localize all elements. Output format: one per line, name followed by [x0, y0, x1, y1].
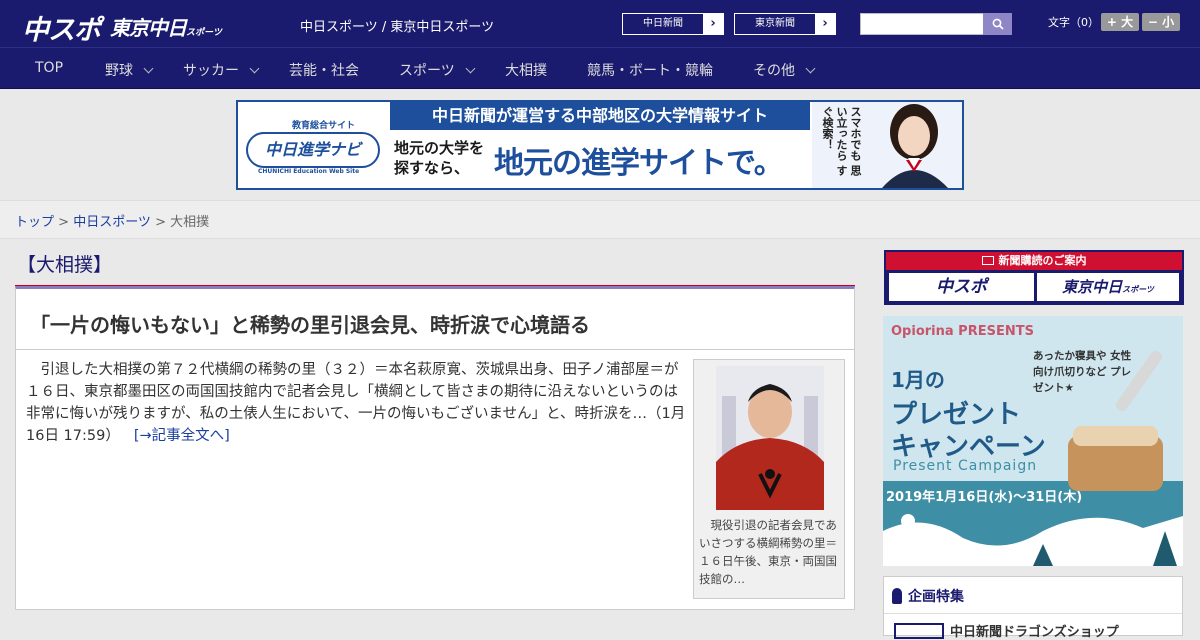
banner-logo-area: 教育総合サイト 中日進学ナビ CHUNICHI Education Web Si…: [238, 102, 388, 188]
nav-label: サッカー: [183, 63, 239, 79]
font-smaller-button[interactable]: − 小: [1142, 13, 1180, 31]
breadcrumb-home[interactable]: トップ: [15, 215, 54, 230]
chevron-down-icon: [143, 63, 154, 74]
ext-link-label: 東京新聞: [755, 18, 795, 29]
divider: [16, 349, 854, 350]
chevron-down-icon: [805, 63, 816, 74]
nav-item-other[interactable]: その他: [753, 60, 816, 80]
breadcrumb-section[interactable]: 中日スポーツ: [73, 215, 151, 230]
feature-box: 企画特集 中日新聞ドラゴンズショップ: [883, 576, 1183, 640]
site-title: 中日スポーツ / 東京中日スポーツ: [300, 20, 495, 35]
breadcrumb: トップ > 中日スポーツ > 大相撲: [15, 211, 209, 230]
breadcrumb-current: 大相撲: [170, 215, 210, 230]
subscription-header: 新聞購読のご案内: [886, 252, 1182, 270]
chevron-down-icon: [249, 63, 260, 74]
feature-thumbnail[interactable]: [894, 623, 944, 639]
breadcrumb-separator: >: [155, 215, 171, 230]
divider: [884, 613, 1182, 614]
chevron-down-icon: [465, 63, 476, 74]
chevron-right-icon: ›: [815, 14, 835, 34]
banner-small-copy: 地元の大学を 探すなら、: [394, 139, 485, 177]
subscribe-logo-text: 東京中日: [1062, 278, 1123, 296]
breadcrumb-bar: トップ > 中日スポーツ > 大相撲: [0, 200, 1200, 239]
nav-label: 大相撲: [505, 63, 547, 79]
banner-side-copy: スマホでも 思い立ったら すぐ検索！: [821, 106, 862, 176]
nav-item-sumo[interactable]: 大相撲: [505, 60, 547, 80]
ad-sub: Present Campaign: [893, 458, 1038, 474]
search-icon: [992, 18, 1004, 30]
article-title[interactable]: 「一片の悔いもない」と稀勢の里引退会見、時折涙で心境語る: [30, 309, 590, 338]
banner-logo: 中日進学ナビ: [246, 132, 380, 168]
wrestler-photo-image: [716, 366, 824, 510]
ad-brand: Opiorina PRESENTS: [891, 324, 1034, 339]
photo-caption: 現役引退の記者会見であいさつする横綱稀勢の里＝１６日午後、東京・両国国技館の…: [699, 518, 837, 586]
tokyo-logo-text: 東京中日: [110, 16, 187, 40]
nav-item-sports[interactable]: スポーツ: [399, 60, 476, 80]
section-title: 【大相撲】: [17, 254, 113, 276]
subscribe-chuspo-link[interactable]: 中スポ: [889, 273, 1034, 301]
chevron-right-icon: ›: [703, 14, 723, 34]
feature-title: 企画特集: [908, 589, 964, 605]
banner-logo-sub: CHUNICHI Education Web Site: [258, 168, 360, 175]
shingaku-navi-banner[interactable]: 教育総合サイト 中日進学ナビ CHUNICHI Education Web Si…: [236, 100, 964, 190]
nav-item-racing[interactable]: 競馬・ボート・競輪: [587, 60, 713, 80]
subscription-title: 新聞購読のご案内: [998, 254, 1087, 267]
feature-header: 企画特集: [892, 586, 964, 606]
nav-item-top[interactable]: TOP: [35, 60, 63, 76]
subscribe-logo-sub: スポーツ: [1122, 285, 1154, 294]
nav-item-entertainment[interactable]: 芸能・社会: [289, 60, 359, 80]
read-more-link[interactable]: [→記事全文へ]: [134, 428, 230, 444]
banner-main-copy: 地元の大学を 探すなら、 地元の進学サイトで。: [390, 130, 810, 188]
tokyo-chunichi-logo[interactable]: 東京中日スポーツ: [110, 12, 222, 41]
article-summary: 引退した大相撲の第７２代横綱の稀勢の里（３２）＝本名萩原寛、茨城県出身、田子ノ浦…: [26, 359, 686, 447]
banner-big-copy: 地元の進学サイトで。: [494, 146, 784, 181]
chuspo-logo[interactable]: 中スポ: [22, 8, 101, 47]
nav-item-baseball[interactable]: 野球: [105, 60, 154, 80]
main-nav: TOP 野球 サッカー 芸能・社会 スポーツ 大相撲 競馬・ボート・競輪 その他: [0, 48, 1200, 89]
ad-tagline: あったか寝具や 女性向け爪切りなど プレゼント★: [1033, 350, 1132, 394]
nav-label: 野球: [105, 63, 133, 79]
nav-item-soccer[interactable]: サッカー: [183, 60, 260, 80]
search-input[interactable]: [860, 13, 1012, 35]
present-campaign-ad[interactable]: Opiorina PRESENTS あったか寝具や 女性向け爪切りなど プレゼン…: [883, 316, 1183, 566]
section-header: 【大相撲】: [15, 244, 855, 288]
search-button[interactable]: [983, 13, 1012, 35]
banner-model-image: [882, 104, 948, 188]
site-header: 中スポ 東京中日スポーツ 中日スポーツ / 東京中日スポーツ 中日新聞 › 東京…: [0, 0, 1200, 48]
ad-headline-1: 1月の: [891, 368, 945, 392]
nav-label: 競馬・ボート・競輪: [587, 63, 713, 79]
tokyo-logo-sub: スポーツ: [186, 28, 222, 38]
banner-model-area: スマホでも 思い立ったら すぐ検索！: [812, 102, 962, 188]
newspaper-icon: [981, 256, 994, 265]
ext-link-label: 中日新聞: [643, 18, 683, 29]
banner-headline: 中日新聞が運営する中部地区の大学情報サイト: [390, 102, 810, 130]
feature-link[interactable]: 中日新聞ドラゴンズショップ: [950, 621, 1119, 640]
article-card: 「一片の悔いもない」と稀勢の里引退会見、時折涙で心境語る 引退した大相撲の第７２…: [15, 286, 855, 610]
nav-label: TOP: [35, 60, 64, 76]
banner-logo-tag: 教育総合サイト: [292, 121, 356, 131]
subscribe-tokyo-chunichi-link[interactable]: 東京中日スポーツ: [1037, 273, 1179, 301]
article-photo[interactable]: [716, 366, 824, 510]
breadcrumb-separator: >: [58, 215, 74, 230]
article-photo-box: 現役引退の記者会見であいさつする横綱稀勢の里＝１６日午後、東京・両国国技館の…: [693, 359, 845, 599]
font-size-label: 文字（0）: [1048, 16, 1099, 29]
nav-label: 芸能・社会: [289, 63, 359, 79]
font-bigger-button[interactable]: + 大: [1101, 13, 1139, 31]
pin-icon: [892, 588, 902, 604]
subscription-box: 新聞購読のご案内 中スポ 東京中日スポーツ: [884, 250, 1184, 305]
nav-label: スポーツ: [399, 63, 455, 79]
ad-dates: 2019年1月16日(水)〜31日(木): [886, 490, 1083, 505]
nav-label: その他: [753, 63, 795, 79]
chunichi-shimbun-link[interactable]: 中日新聞 ›: [622, 13, 724, 35]
article-body-text: 引退した大相撲の第７２代横綱の稀勢の里（３２）＝本名萩原寛、茨城県出身、田子ノ浦…: [26, 362, 686, 444]
tokyo-shimbun-link[interactable]: 東京新聞 ›: [734, 13, 836, 35]
